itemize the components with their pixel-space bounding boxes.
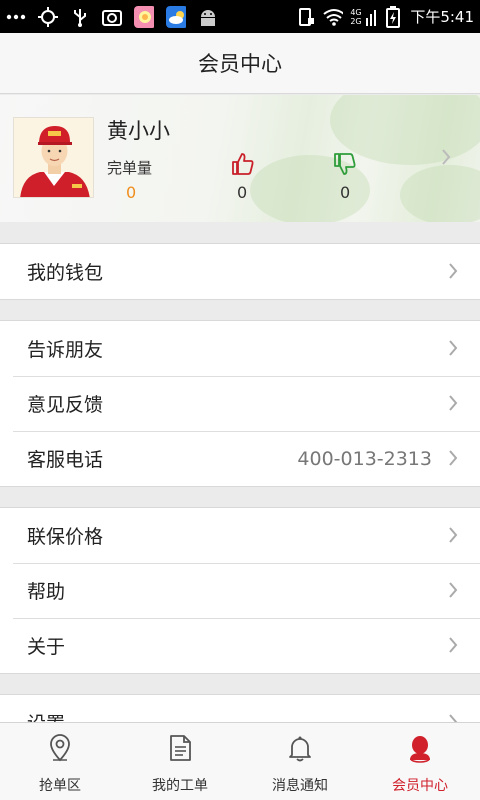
menu-item-help[interactable]: 帮助 xyxy=(0,563,480,618)
gallery-app-icon xyxy=(134,5,154,28)
tab-label: 消息通知 xyxy=(272,778,328,794)
menu-item-label: 意见反馈 xyxy=(27,394,104,416)
battery-charging-icon xyxy=(383,5,403,28)
tab-my-orders[interactable]: 我的工单 xyxy=(120,723,240,800)
menu-item-about[interactable]: 关于 xyxy=(0,618,480,673)
tab-notifications[interactable]: 消息通知 xyxy=(240,723,360,800)
menu-item-label: 客服电话 xyxy=(27,449,104,471)
completed-orders-label: 完单量 xyxy=(107,159,153,177)
menu-group-wallet: 我的钱包 xyxy=(0,243,480,300)
tab-grab-orders[interactable]: 抢单区 xyxy=(0,723,120,800)
menu-item-feedback[interactable]: 意见反馈 xyxy=(0,376,480,431)
chevron-right-icon xyxy=(448,339,458,361)
status-time: 下午5:41 xyxy=(410,8,474,26)
menu-item-tell-friends[interactable]: 告诉朋友 xyxy=(0,321,480,376)
bell-icon xyxy=(285,733,315,763)
more-dots-icon xyxy=(6,7,26,27)
menu-item-wallet[interactable]: 我的钱包 xyxy=(0,244,480,299)
chevron-right-icon xyxy=(448,262,458,284)
user-name: 黄小小 xyxy=(107,119,170,143)
tab-label: 会员中心 xyxy=(392,778,448,794)
menu-item-label: 关于 xyxy=(27,636,66,658)
chevron-right-icon xyxy=(448,526,458,548)
menu-item-label: 我的钱包 xyxy=(27,262,104,284)
menu-item-label: 联保价格 xyxy=(27,526,104,548)
signal-4g-2g-icon: 4G 2G xyxy=(350,8,377,26)
member-icon xyxy=(405,733,435,763)
chevron-right-icon xyxy=(448,636,458,658)
phone-vibrate-icon xyxy=(296,7,316,27)
usb-icon xyxy=(70,7,90,27)
wifi-icon xyxy=(323,7,344,27)
android-icon xyxy=(198,7,218,27)
status-bar: 4G 2G 下午5:41 xyxy=(0,0,480,33)
menu-group-info: 联保价格 帮助 关于 xyxy=(0,507,480,674)
menu-item-label: 帮助 xyxy=(27,581,66,603)
completed-orders-value: 0 xyxy=(126,183,137,202)
bottom-nav: 抢单区 我的工单 消息通知 会员中心 xyxy=(0,722,480,800)
page-title: 会员中心 xyxy=(198,52,282,76)
chevron-right-icon xyxy=(441,148,451,170)
location-pin-icon xyxy=(45,733,75,763)
chevron-right-icon xyxy=(448,449,458,471)
chevron-right-icon xyxy=(448,581,458,603)
document-icon xyxy=(165,733,195,763)
menu-item-label: 告诉朋友 xyxy=(27,339,104,361)
customer-service-phone: 400-013-2313 xyxy=(297,447,432,470)
menu-item-customer-service[interactable]: 客服电话 400-013-2313 xyxy=(0,431,480,486)
thumbs-down-icon xyxy=(333,152,357,180)
tab-member-center[interactable]: 会员中心 xyxy=(360,723,480,800)
screenshot-icon xyxy=(102,7,122,27)
tab-label: 抢单区 xyxy=(39,778,81,794)
title-bar: 会员中心 xyxy=(0,33,480,94)
chevron-right-icon xyxy=(448,394,458,416)
thumbs-up-icon xyxy=(231,152,255,180)
tab-label: 我的工单 xyxy=(152,778,208,794)
weather-app-icon xyxy=(166,5,186,28)
avatar xyxy=(13,117,94,198)
dislikes-value: 0 xyxy=(340,183,351,202)
menu-group-social: 告诉朋友 意见反馈 客服电话 400-013-2313 xyxy=(0,320,480,487)
menu-item-warranty-price[interactable]: 联保价格 xyxy=(0,508,480,563)
gps-crosshair-icon xyxy=(38,6,58,27)
likes-value: 0 xyxy=(237,183,248,202)
